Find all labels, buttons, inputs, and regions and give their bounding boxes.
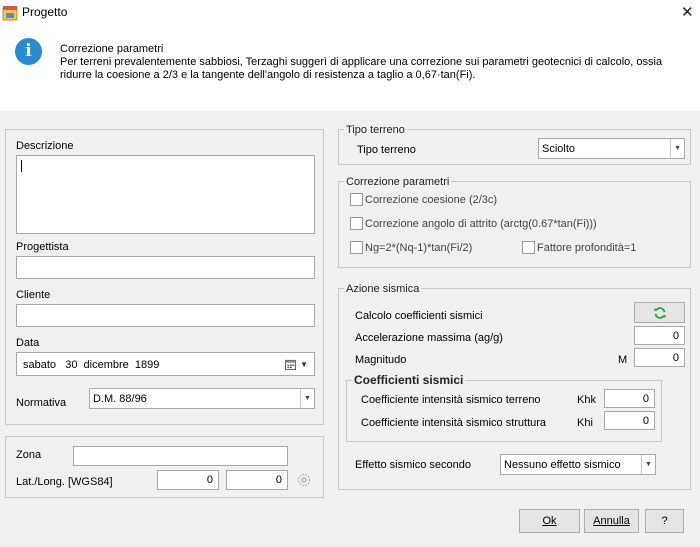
effetto-combo[interactable]: Nessuno effetto sismico ▼ [500, 454, 656, 475]
correzione-group-title: Correzione parametri [344, 176, 452, 188]
calcolo-button[interactable] [634, 302, 685, 323]
ng-checkbox[interactable] [350, 241, 363, 254]
cliente-field[interactable] [16, 304, 315, 327]
chevron-down-icon[interactable]: ▼ [300, 389, 314, 408]
terreno-label: Coefficiente intensità sismico terreno [361, 394, 541, 406]
accel-field[interactable]: 0 [634, 326, 685, 345]
tipo-terreno-combo[interactable]: Sciolto ▼ [538, 138, 685, 159]
normativa-label: Normativa [16, 397, 67, 409]
profondita-label: Fattore profondità=1 [537, 242, 637, 254]
coefficienti-group-title: Coefficienti sismici [352, 373, 466, 387]
ng-label: Ng=2*(Nq-1)*tan(Fi/2) [365, 242, 473, 254]
date-value: sabato 30 dicembre 1899 [23, 359, 160, 371]
date-picker[interactable]: sabato 30 dicembre 1899 ▼ [16, 352, 315, 376]
descrizione-textarea[interactable] [16, 155, 315, 234]
tipo-terreno-value: Sciolto [542, 143, 576, 155]
zona-label: Zona [16, 449, 42, 461]
khi-label: Khi [577, 417, 593, 429]
profondita-checkbox[interactable] [522, 241, 535, 254]
chevron-down-icon[interactable]: ▼ [641, 455, 655, 474]
attrito-label: Correzione angolo di attrito (arctg(0.67… [365, 218, 597, 230]
info-text: Per terreni prevalentemente sabbiosi, Te… [60, 56, 663, 81]
magnitudo-unit: M [618, 354, 628, 366]
info-icon: i [15, 38, 42, 65]
progettista-field[interactable] [16, 256, 315, 279]
chevron-down-icon[interactable]: ▼ [300, 360, 308, 369]
title-bar [0, 0, 700, 26]
progettista-label: Progettista [16, 241, 69, 253]
text-cursor [21, 160, 22, 172]
normativa-combo[interactable]: D.M. 88/96 ▼ [89, 388, 315, 409]
calcolo-label: Calcolo coefficienti sismici [355, 310, 483, 322]
latitude-field[interactable]: 0 [157, 470, 219, 490]
effetto-label: Effetto sismico secondo [355, 459, 471, 471]
tipo-terreno-label: Tipo terreno [357, 144, 416, 156]
data-label: Data [16, 337, 40, 349]
ok-button[interactable]: Ok [519, 509, 580, 533]
project-app-icon [2, 6, 18, 21]
khi-field[interactable]: 0 [604, 411, 655, 430]
latlong-label: Lat./Long. [WGS84] [16, 476, 113, 488]
close-icon[interactable]: ✕ [681, 3, 694, 21]
calendar-icon[interactable] [285, 359, 296, 370]
coesione-checkbox[interactable] [350, 193, 363, 206]
cliente-label: Cliente [16, 289, 51, 301]
normativa-value: D.M. 88/96 [93, 393, 147, 405]
location-picker-icon[interactable] [297, 473, 311, 487]
help-button[interactable]: ? [645, 509, 684, 533]
magnitudo-label: Magnitudo [355, 354, 407, 366]
longitude-field[interactable]: 0 [226, 470, 288, 490]
annulla-button[interactable]: Annulla [584, 509, 639, 533]
tipo-terreno-group-title: Tipo terreno [344, 124, 407, 136]
effetto-value: Nessuno effetto sismico [504, 459, 621, 471]
sismica-group-title: Azione sismica [344, 283, 422, 295]
zona-field[interactable] [73, 446, 288, 466]
khk-label: Khk [577, 394, 596, 406]
refresh-icon [653, 307, 666, 319]
magnitudo-field[interactable]: 0 [634, 348, 685, 367]
ok-button-label: Ok [542, 515, 557, 527]
coesione-label: Correzione coesione (2/3c) [365, 194, 498, 206]
info-heading: Correzione parametri [60, 43, 164, 55]
window-title: Progetto [22, 5, 68, 19]
descrizione-label: Descrizione [16, 140, 74, 152]
accel-label: Accelerazione massima (ag/g) [355, 332, 503, 344]
attrito-checkbox[interactable] [350, 217, 363, 230]
struttura-label: Coefficiente intensità sismico struttura [361, 417, 547, 429]
khk-field[interactable]: 0 [604, 389, 655, 408]
chevron-down-icon[interactable]: ▼ [670, 139, 684, 158]
annulla-button-label: Annulla [593, 515, 630, 527]
